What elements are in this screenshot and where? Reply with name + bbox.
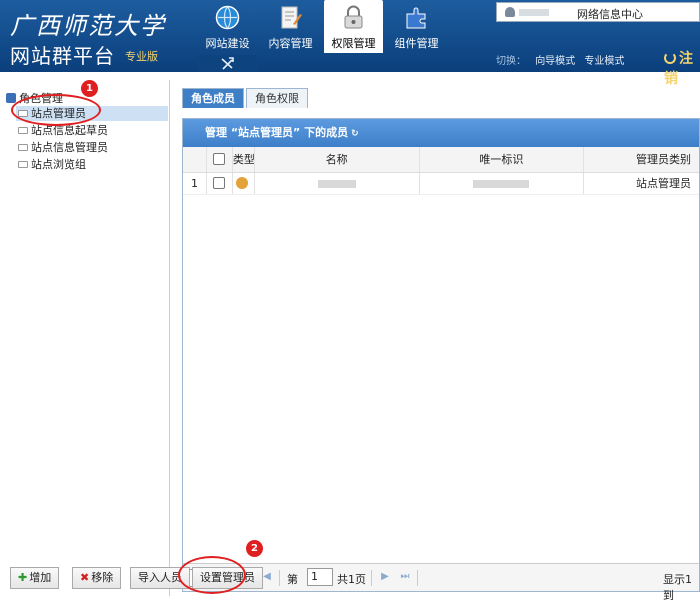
redacted-id (473, 180, 530, 188)
switch-label: 切换： (496, 56, 526, 67)
grid-header: 类型 名称 唯一标识 管理员类别 (183, 147, 699, 173)
main-nav: 网站建设 内容管理 权限管理 组件管理 (198, 0, 450, 55)
logo-subtitle: 网站群平台 (10, 44, 115, 68)
cell-admin-category: 站点管理员 (635, 177, 691, 190)
folder-icon (18, 161, 28, 168)
plus-icon: ✚ (18, 571, 28, 584)
tab-role-permissions[interactable]: 角色权限 (246, 88, 308, 108)
cell-type (233, 173, 255, 194)
edition-label: 专业版 (125, 50, 158, 63)
panel-title: 管理 “站点管理员” 下的成员 ↻ (183, 119, 699, 147)
role-tree: 角色管理 站点管理员 站点信息起草员 站点信息管理员 站点浏览组 (0, 80, 170, 596)
user-icon (505, 7, 515, 17)
annotation-badge-1: 1 (81, 80, 98, 97)
tree-item-label: 站点信息管理员 (31, 141, 108, 154)
lock-icon (344, 5, 363, 29)
cell-unique-id (420, 173, 585, 194)
row-number: 1 (183, 173, 207, 194)
roles-icon (6, 93, 16, 103)
divider (417, 570, 418, 586)
globe-icon (215, 5, 240, 30)
divider (279, 570, 280, 586)
table-row[interactable]: 1 站点管理员 (183, 173, 699, 195)
tab-bar: 角色成员 角色权限 (182, 88, 310, 108)
next-page-icon[interactable]: ▶ (379, 571, 391, 583)
folder-icon (18, 144, 28, 151)
page-prefix: 第 (287, 573, 298, 586)
nav-component-manage[interactable]: 组件管理 (387, 0, 446, 53)
add-button[interactable]: ✚ 增加 (10, 567, 60, 589)
redacted-username (519, 9, 549, 16)
row-checkbox[interactable] (207, 173, 233, 194)
tree-item-info-manager[interactable]: 站点信息管理员 (18, 140, 108, 155)
remove-icon: ✖ (80, 571, 90, 584)
column-unique-id[interactable]: 唯一标识 (420, 147, 585, 172)
guided-mode-link[interactable]: 向导模式 (535, 56, 575, 67)
page-total: 共1页 (337, 573, 366, 586)
folder-icon (18, 127, 28, 134)
wrench-icon (221, 57, 234, 70)
last-page-icon[interactable]: ⏭ (399, 571, 411, 583)
row-number-header (183, 147, 207, 172)
tab-role-members[interactable]: 角色成员 (182, 88, 244, 108)
mode-switch: 切换： 向导模式 专业模式 (496, 52, 630, 67)
document-icon (281, 6, 302, 29)
annotation-badge-2: 2 (246, 540, 263, 557)
tree-item-label: 站点浏览组 (31, 158, 86, 171)
members-panel: 管理 “站点管理员” 下的成员 ↻ 类型 名称 唯一标识 管理员类别 1 站点管理… (182, 118, 700, 602)
select-all-checkbox[interactable] (207, 147, 233, 172)
redacted-name (317, 180, 356, 188)
page-number-input[interactable]: 1 (307, 568, 333, 586)
cell-name (255, 173, 420, 194)
nav-content-manage[interactable]: 内容管理 (261, 0, 320, 53)
nav-label: 网站建设 (205, 37, 250, 50)
divider (371, 570, 372, 586)
annotation-circle-2 (178, 556, 246, 594)
refresh-icon[interactable]: ↻ (351, 120, 359, 148)
power-icon (664, 52, 676, 64)
remove-label: 移除 (91, 571, 114, 584)
column-admin-category[interactable]: 管理员类别 (584, 147, 699, 172)
site-selector-value: 网络信息中心 (577, 8, 643, 21)
logo-title: 广西师范大学 (10, 12, 166, 40)
panel-title-text: 管理 “站点管理员” 下的成员 (205, 126, 349, 139)
nav-website-build[interactable]: 网站建设 (198, 0, 257, 53)
site-selector[interactable]: 网络信息中心 (496, 2, 700, 22)
add-label: 增加 (29, 571, 52, 584)
remove-button[interactable]: ✖ 移除 (72, 567, 122, 589)
user-group-icon (235, 177, 248, 189)
nav-label: 内容管理 (268, 37, 313, 50)
import-label: 导入人员 (138, 571, 182, 584)
column-name[interactable]: 名称 (255, 147, 420, 172)
column-type[interactable]: 类型 (233, 147, 255, 172)
tree-item-label: 站点信息起草员 (31, 124, 108, 137)
pro-mode-link[interactable]: 专业模式 (584, 56, 624, 67)
main-content: 角色成员 角色权限 管理 “站点管理员” 下的成员 ↻ 类型 名称 唯一标识 管理… (178, 80, 700, 602)
logo: 广西师范大学 网站群平台 专业版 (0, 0, 195, 72)
nav-label: 组件管理 (394, 37, 439, 50)
nav-permission-manage[interactable]: 权限管理 (324, 0, 383, 53)
annotation-circle-1 (11, 94, 101, 126)
tree-item-browse-group[interactable]: 站点浏览组 (18, 157, 86, 172)
display-info: 显示1到 (663, 573, 692, 602)
tools-strip[interactable] (198, 55, 257, 72)
puzzle-icon (406, 7, 426, 29)
nav-label: 权限管理 (331, 37, 376, 50)
top-banner: 广西师范大学 网站群平台 专业版 网站建设 内容管理 权限管理 组件管理 网络信… (0, 0, 700, 87)
